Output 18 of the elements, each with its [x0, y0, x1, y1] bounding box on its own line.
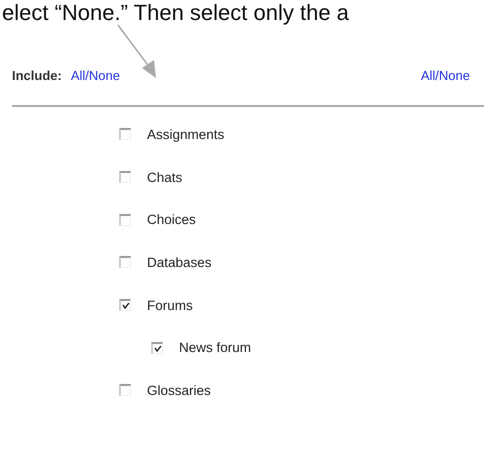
all-none-link[interactable]: All/None [70, 68, 120, 83]
include-label: Include: [12, 68, 62, 83]
checkbox[interactable] [151, 342, 163, 354]
option-label: Choices [147, 212, 196, 228]
checkbox[interactable] [119, 299, 131, 312]
caption-text: elect “None.” Then select only the a [2, 0, 349, 26]
checkbox[interactable] [119, 128, 131, 140]
checkbox[interactable] [119, 214, 131, 226]
option-label: News forum [179, 340, 252, 356]
option-label: Forums [147, 298, 193, 313]
checkbox[interactable] [119, 384, 131, 396]
all-none-link[interactable]: All/None [420, 68, 470, 83]
option-label: Chats [147, 170, 182, 185]
option-label: Databases [147, 254, 212, 270]
option-label: Glossaries [147, 382, 211, 398]
checkbox[interactable] [119, 171, 131, 184]
checkbox[interactable] [119, 256, 131, 268]
option-label: Assignments [147, 126, 224, 142]
